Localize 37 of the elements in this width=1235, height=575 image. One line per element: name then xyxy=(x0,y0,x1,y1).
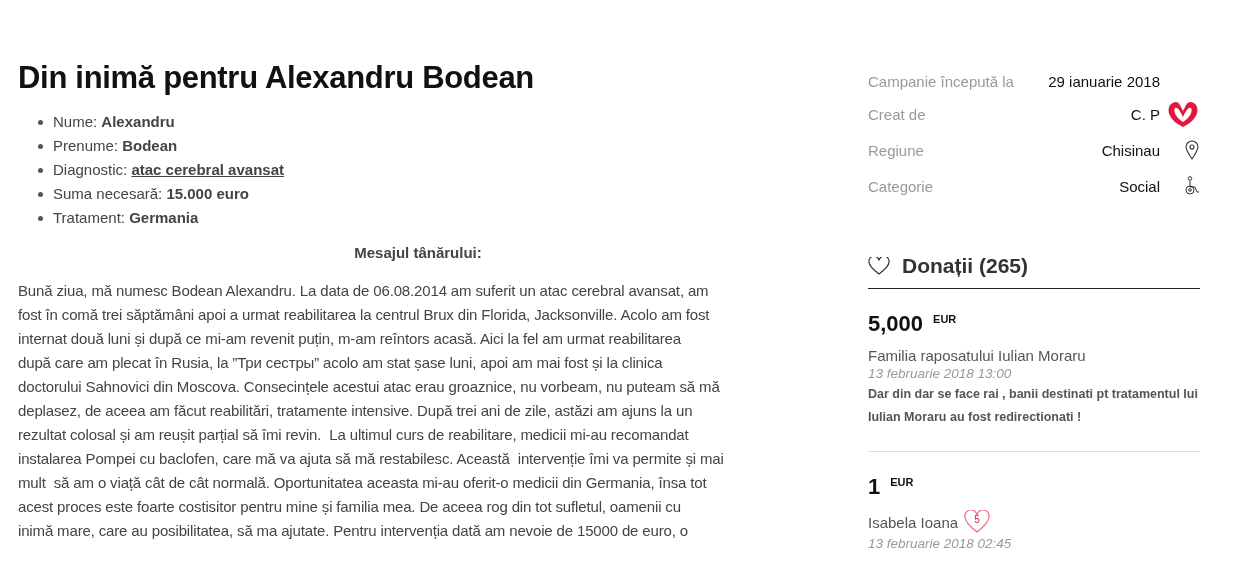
info-label: Creat de xyxy=(868,105,927,123)
donation-amount: 5,000 xyxy=(868,311,924,337)
fact-text: Diagnostic: atac cerebral avansat xyxy=(53,160,284,180)
info-value: 29 ianuarie 2018 xyxy=(1048,72,1160,90)
bullet-icon xyxy=(38,143,43,149)
message-paragraph: Bună ziua, mă numesc Bodean Alexandru. La data de 06.08.2014 am suferit un atac cerebral avansat, am fost în comă trei săptămâni apoi a urmat reabilitarea la centrul Brux din Florida, Jacksonville. Acolo am fost internat două luni și după ce mi-am revenit puțin, m-am reîntors acasă. Aici la fel am urmat reabilitarea după care am plecat în Rusia, la ”Три сестры” acolo am stat șase luni, apoi am mai fost și la clinica doctorului Sahnovici din Moscova. Consecințele acestui atac erau groaznice, nu vorbeam, nu puteam să mă deplasez, de aceea am făcut reabilitări, tratamente intensive. După trei ani de zile, astăzi am ajuns la un rezultat colosal și am reușit parțial să îmi revin. La ultimul curs de reabilitare, medicii mi-au recomandat instalarea Pompei cu baclofen, care mă va ajuta să mă restabilesc. Această intervenție îmi va permite și mai mult să am o viață cât de cât normală. Oportunitatea aceasta mi-au oferit-o medicii din Germania, însa tot acest proces este foarte costisitor pentru mine și familia mea. De aceea rog din tot sufletul, oamenii cu inimă mare, care au posibilitatea, să ma ajutate. Pentru intervenția dată am nevoie de 15000 de euro, o xyxy=(18,281,725,541)
info-label: Categorie xyxy=(868,177,935,195)
bullet-icon xyxy=(38,191,43,197)
location-pin-icon xyxy=(1184,140,1200,160)
info-value: Social xyxy=(1119,177,1160,195)
donation-message: Dar din dar se face rai , banii destinati pt tratamentul lui Iulian Moraru au fost redirectionati ! xyxy=(868,386,1199,426)
donation-date: 13 februarie 2018 13:00 xyxy=(868,366,1013,381)
page-title: Din inimă pentru Alexandru Bodean xyxy=(18,60,535,96)
bullet-icon xyxy=(38,167,43,173)
fact-text: Tratament: Germania xyxy=(53,208,199,228)
info-value: C. P xyxy=(1130,105,1160,123)
bullet-icon xyxy=(38,215,43,221)
donations-heading: Donații (265) xyxy=(902,254,1029,278)
info-label: Regiune xyxy=(868,141,925,159)
fact-text: Prenume: Bodean xyxy=(53,136,178,156)
message-heading: Mesajul tânărului: xyxy=(353,244,483,261)
donation-amount: 1 xyxy=(868,474,881,500)
currency-label: EUR xyxy=(933,312,957,325)
heart-count-badge: 5 xyxy=(964,510,991,534)
info-label: Campanie începută la xyxy=(868,72,1015,90)
wheelchair-icon xyxy=(1184,176,1200,196)
heart-logo-icon xyxy=(1166,99,1200,129)
bullet-icon xyxy=(38,119,43,125)
currency-label: EUR xyxy=(890,475,914,488)
heart-outline-icon xyxy=(868,257,890,275)
donor-name: Isabela Ioana xyxy=(868,513,959,531)
fact-text: Nume: Alexandru xyxy=(53,112,175,132)
diagnostic-link[interactable]: atac cerebral avansat xyxy=(131,161,284,178)
donor-name: Familia raposatului Iulian Moraru xyxy=(868,347,1086,364)
donation-date: 13 februarie 2018 02:45 xyxy=(868,536,1013,551)
fact-text: Suma necesară: 15.000 euro xyxy=(53,184,249,204)
info-value: Chisinau xyxy=(1101,141,1160,159)
